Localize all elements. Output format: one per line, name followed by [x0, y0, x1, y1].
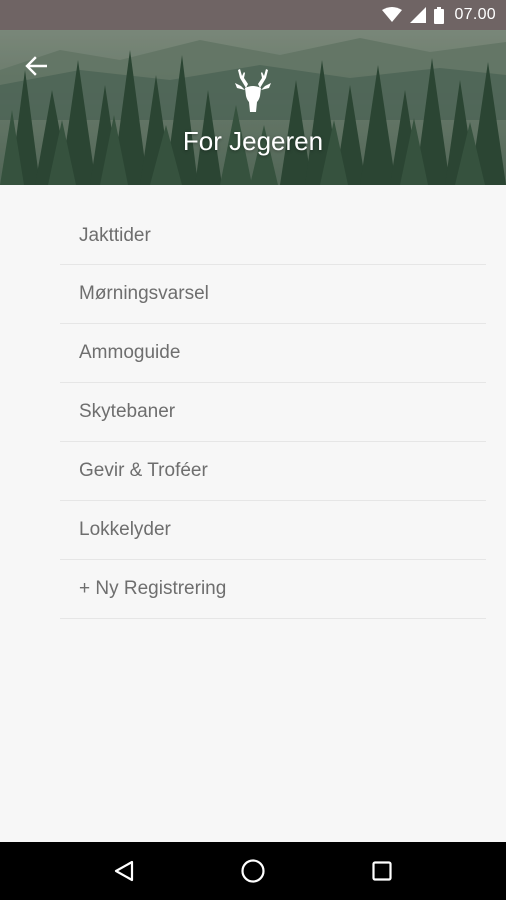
menu-item-label: + Ny Registrering [79, 578, 227, 599]
recents-square-icon [372, 861, 392, 881]
navigation-bar [0, 842, 506, 900]
menu-item-ammoguide[interactable]: Ammoguide [60, 324, 486, 383]
menu-item-label: Lokkelyder [79, 519, 171, 540]
status-bar: 07.00 [0, 0, 506, 30]
menu-item-lokkelyder[interactable]: Lokkelyder [60, 501, 486, 560]
menu-item-label: Skytebaner [79, 401, 176, 422]
menu-list: Jakttider Mørningsvarsel Ammoguide Skyte… [60, 207, 486, 619]
menu-item-morningsvarsel[interactable]: Mørningsvarsel [60, 265, 486, 324]
cellular-signal-icon [410, 7, 427, 23]
menu-item-label: Gevir & Troféer [79, 460, 208, 481]
menu-item-jakttider[interactable]: Jakttider [60, 207, 486, 265]
nav-home-button[interactable] [229, 847, 277, 895]
arrow-left-icon [25, 56, 47, 76]
status-time: 07.00 [454, 6, 496, 23]
nav-recents-button[interactable] [358, 847, 406, 895]
menu-item-ny-registrering[interactable]: + Ny Registrering [60, 560, 486, 619]
page-title: For Jegeren [182, 126, 324, 156]
menu-item-label: Ammoguide [79, 342, 181, 363]
menu-item-label: Mørningsvarsel [79, 283, 209, 304]
header-banner: For Jegeren [0, 30, 506, 185]
menu-item-label: Jakttider [79, 224, 151, 246]
menu-item-gevir-trofeer[interactable]: Gevir & Troféer [60, 442, 486, 501]
battery-icon [434, 6, 445, 24]
deer-head-icon [232, 66, 274, 117]
menu-item-skytebaner[interactable]: Skytebaner [60, 383, 486, 442]
nav-back-button[interactable] [100, 847, 148, 895]
wifi-icon [382, 7, 403, 23]
back-button[interactable] [16, 46, 56, 86]
home-circle-icon [241, 859, 265, 883]
back-triangle-icon [115, 860, 134, 882]
